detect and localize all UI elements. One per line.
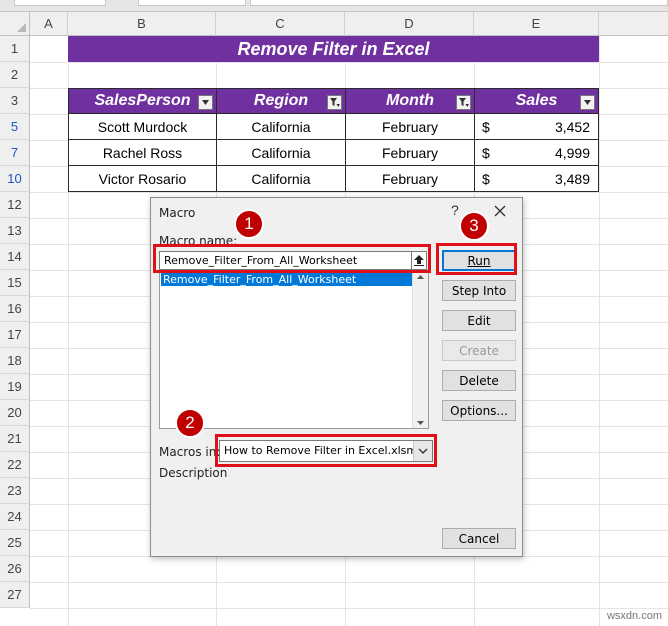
cell-sales[interactable]: $ 3,452 [475,114,599,140]
row-header[interactable]: 23 [0,478,30,504]
row-header-filtered[interactable]: 7 [0,140,30,166]
macros-in-label: Macros in: [159,445,221,459]
cell-salesperson[interactable]: Rachel Ross [68,140,217,166]
row-header[interactable]: 24 [0,504,30,530]
dropdown-filter-icon[interactable] [580,95,595,110]
column-header-d[interactable]: D [345,12,474,36]
dropdown-filter-icon[interactable] [198,95,213,110]
row-header-filtered[interactable]: 5 [0,114,30,140]
delete-button[interactable]: Delete [442,370,516,391]
column-header-c[interactable]: C [216,12,345,36]
row-header[interactable]: 17 [0,322,30,348]
row-header[interactable]: 22 [0,452,30,478]
cell-salesperson[interactable]: Scott Murdock [68,114,217,140]
function-buttons[interactable] [138,0,246,6]
edit-button[interactable]: Edit [442,310,516,331]
row-header[interactable]: 27 [0,582,30,608]
row-header[interactable]: 18 [0,348,30,374]
macro-list[interactable]: Remove_Filter_From_All_Worksheet [159,270,429,429]
row-header[interactable]: 19 [0,374,30,400]
row-header[interactable]: 12 [0,192,30,218]
cell-month[interactable]: February [346,140,475,166]
cell-month[interactable]: February [346,114,475,140]
row-header[interactable]: 1 [0,36,30,62]
header-month: Month [346,88,475,114]
header-sales: Sales [475,88,599,114]
row-header[interactable]: 2 [0,62,30,88]
sales-value: 3,489 [554,170,590,187]
row-header[interactable]: 13 [0,218,30,244]
options-button[interactable]: Options... [442,400,516,421]
row-header[interactable]: 25 [0,530,30,556]
header-sales-label: Sales [515,92,558,109]
callout-badge-1: 1 [234,209,264,239]
column-header-empty[interactable] [599,12,668,36]
callout-badge-3: 3 [459,211,489,241]
formula-input[interactable] [250,0,668,6]
row-header[interactable]: 15 [0,270,30,296]
watermark: wsxdn.com [606,610,662,622]
header-salesperson: SalesPerson [68,88,217,114]
callout-badge-2: 2 [175,408,205,438]
cell-month[interactable]: February [346,166,475,192]
select-all-corner[interactable] [0,12,30,36]
row-header[interactable]: 14 [0,244,30,270]
close-icon[interactable] [491,202,509,220]
create-button[interactable]: Create [442,340,516,361]
dialog-title: Macro [159,206,196,220]
highlight-macro-name [153,244,431,273]
description-label: Description [159,466,228,480]
name-box[interactable] [14,0,106,6]
currency-symbol: $ [482,118,490,135]
cell-sales[interactable]: $ 4,999 [475,140,599,166]
row-header-filtered[interactable]: 10 [0,166,30,192]
active-filter-icon[interactable] [456,95,471,110]
column-header-b[interactable]: B [68,12,216,36]
sheet-title: Remove Filter in Excel [68,36,599,62]
highlight-run [436,243,517,275]
row-header[interactable]: 21 [0,426,30,452]
macro-list-item[interactable]: Remove_Filter_From_All_Worksheet [161,273,416,286]
header-salesperson-label: SalesPerson [94,92,191,109]
row-header[interactable]: 3 [0,88,30,114]
header-region-label: Region [253,92,309,109]
cell-salesperson[interactable]: Victor Rosario [68,166,217,192]
row-header[interactable]: 16 [0,296,30,322]
column-header-e[interactable]: E [474,12,599,36]
sales-value: 4,999 [554,144,590,161]
cell-region[interactable]: California [217,166,346,192]
row-header[interactable]: 20 [0,400,30,426]
header-region: Region [217,88,346,114]
cell-sales[interactable]: $ 3,489 [475,166,599,192]
sales-value: 3,452 [554,118,590,135]
list-scrollbar[interactable] [412,271,428,428]
header-month-label: Month [386,92,434,109]
help-button[interactable]: ? [451,202,459,218]
highlight-macros-in [215,434,437,467]
cell-region[interactable]: California [217,114,346,140]
cancel-button[interactable]: Cancel [442,528,516,549]
row-header[interactable]: 26 [0,556,30,582]
cell-region[interactable]: California [217,140,346,166]
currency-symbol: $ [482,170,490,187]
column-header-a[interactable]: A [30,12,68,36]
active-filter-icon[interactable] [327,95,342,110]
currency-symbol: $ [482,144,490,161]
step-into-button[interactable]: Step Into [442,280,516,301]
scroll-arrows-icon [417,275,424,425]
